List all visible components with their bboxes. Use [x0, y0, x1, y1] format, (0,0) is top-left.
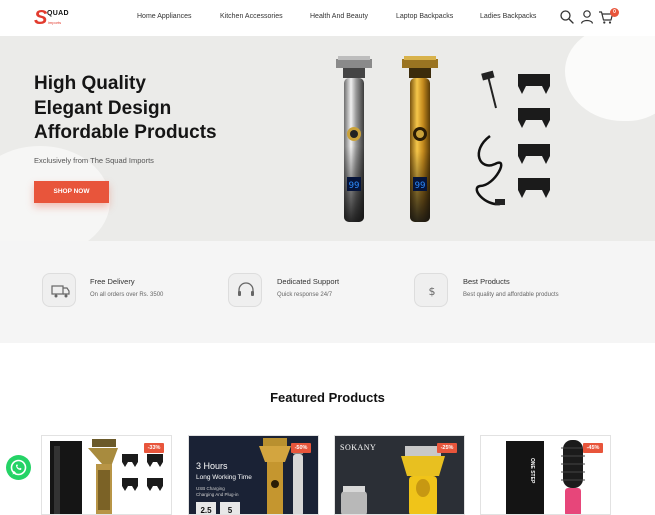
feature-icon-box — [42, 273, 76, 307]
nav-laptop-backpacks[interactable]: Laptop Backpacks — [396, 13, 453, 20]
shop-now-button[interactable]: SHOP NOW — [34, 181, 109, 203]
feature-title: Free Delivery — [90, 277, 135, 286]
promo-text: 3 Hours — [196, 461, 228, 471]
spec-value: 5 — [228, 506, 233, 515]
trimmer-display: 99 — [349, 181, 360, 191]
product-card[interactable]: 3 Hours Long Working Time USB Charging C… — [188, 435, 319, 515]
spec-value: 2.5 — [200, 506, 212, 515]
hero-title-line: Affordable Products — [34, 122, 217, 143]
site-header: S QUAD imports Home Appliances Kitchen A… — [0, 0, 655, 36]
feature-title: Best Products — [463, 277, 510, 286]
hero-banner: High Quality Elegant Design Affordable P… — [0, 36, 655, 241]
feature-icon-box — [228, 273, 262, 307]
discount-badge: -50% — [291, 443, 311, 453]
feature-desc: Quick response 24/7 — [277, 292, 333, 298]
dollar-icon: $ — [429, 285, 436, 298]
feature-icon-box: $ — [414, 273, 448, 307]
trimmer-product-image: 99 99 — [336, 56, 550, 222]
user-icon[interactable] — [579, 9, 595, 25]
hero-subtitle: Exclusively from The Squad Imports — [34, 156, 154, 165]
main-nav: Home Appliances Kitchen Accessories Heal… — [0, 13, 655, 25]
feature-desc: On all orders over Rs. 3500 — [90, 292, 164, 298]
promo-text: USB Charging — [196, 486, 225, 491]
product-card[interactable]: ONE STEP -45% — [480, 435, 611, 515]
product-card[interactable]: SOKANY -25% — [334, 435, 465, 515]
hero-title: High Quality Elegant Design Affordable P… — [34, 72, 217, 146]
whatsapp-button[interactable] — [6, 455, 31, 480]
search-icon[interactable] — [559, 9, 575, 25]
nav-kitchen-accessories[interactable]: Kitchen Accessories — [220, 13, 283, 20]
nav-home-appliances[interactable]: Home Appliances — [137, 13, 191, 20]
truck-icon — [51, 285, 70, 298]
feature-desc: Best quality and affordable products — [463, 292, 559, 298]
headset-icon — [238, 282, 254, 296]
featured-products-title: Featured Products — [270, 390, 385, 405]
cart-count-badge: 0 — [610, 8, 619, 17]
nav-ladies-backpacks[interactable]: Ladies Backpacks — [480, 13, 536, 20]
hero-title-line: High Quality — [34, 73, 146, 94]
features-strip: Free Delivery On all orders over Rs. 350… — [0, 241, 655, 343]
nav-health-and-beauty[interactable]: Health And Beauty — [310, 13, 368, 20]
product-brand: SOKANY — [340, 443, 376, 452]
discount-badge: -25% — [437, 443, 457, 453]
whatsapp-icon — [10, 459, 27, 476]
hero-title-line: Elegant Design — [34, 97, 172, 119]
product-card[interactable]: -33% — [41, 435, 172, 515]
promo-text: Charging And Plug-in — [196, 492, 239, 497]
discount-badge: -45% — [583, 443, 603, 453]
trimmer-display: 99 — [415, 181, 426, 191]
product-box-text: ONE STEP — [529, 458, 535, 484]
svg-text:$: $ — [429, 285, 436, 298]
discount-badge: -33% — [144, 443, 164, 453]
feature-title: Dedicated Support — [277, 277, 340, 286]
promo-text: Long Working Time — [196, 474, 252, 481]
decorative-blob — [565, 36, 655, 121]
